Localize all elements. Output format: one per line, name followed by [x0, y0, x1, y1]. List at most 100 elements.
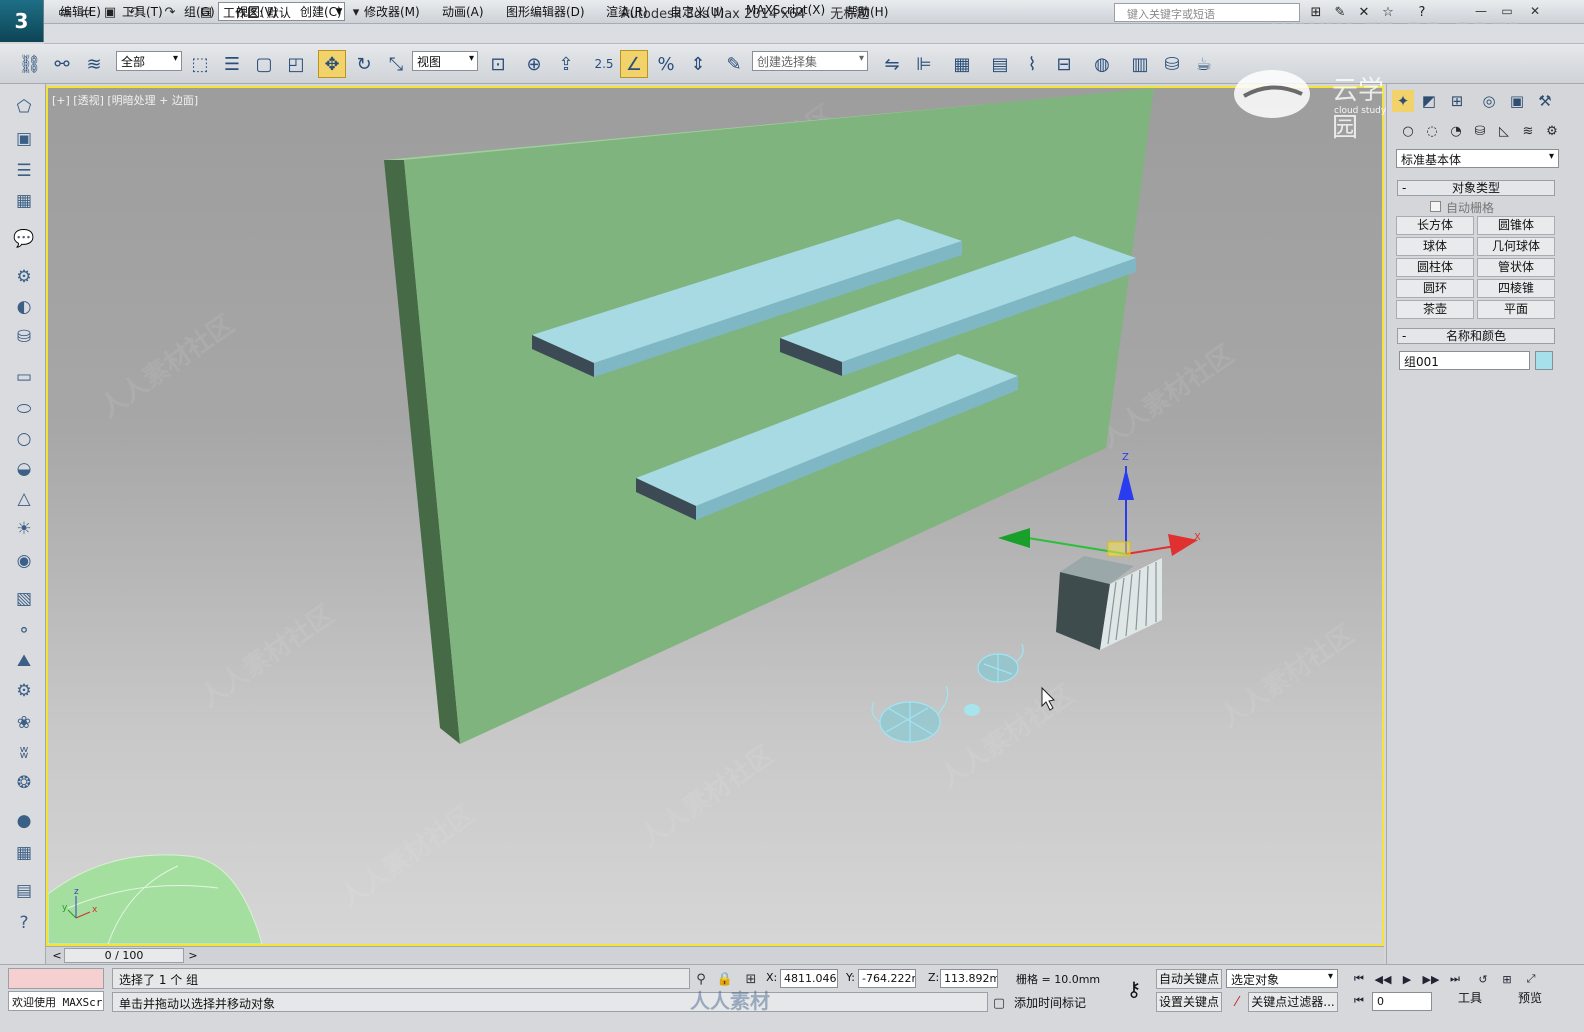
object-color-swatch[interactable] [1535, 351, 1553, 370]
scene-explorer-icon[interactable]: ▤ [986, 50, 1014, 78]
document-icon[interactable]: ▤ [10, 878, 38, 904]
helpers-icon[interactable]: ◺ [1494, 121, 1514, 141]
geosphere-button[interactable]: 几何球体 [1477, 237, 1555, 256]
geosphere-icon[interactable]: ◒ [10, 456, 38, 482]
tube-button[interactable]: 管状体 [1477, 258, 1555, 277]
go-to-end-icon[interactable]: ⏭ [1444, 970, 1466, 988]
cone-icon[interactable]: △ [10, 486, 38, 512]
utilities-tab-icon[interactable]: ⚒ [1534, 90, 1556, 112]
space-warps-icon[interactable]: ≋ [1518, 121, 1538, 141]
cylinder-button[interactable]: 圆柱体 [1396, 258, 1474, 277]
object-name-input[interactable]: 组001 [1399, 351, 1530, 370]
add-time-tag-button[interactable]: 添加时间标记 [1010, 992, 1112, 1012]
go-to-start-icon[interactable]: ⏮ [1348, 970, 1370, 988]
gizmo-y-arrow[interactable] [998, 528, 1030, 548]
schematic-view-icon[interactable]: ⊟ [1050, 50, 1078, 78]
time-slider-thumb[interactable]: 0 / 100 [64, 948, 184, 963]
render-production-icon[interactable]: ☕ [1190, 50, 1218, 78]
name-and-color-rollout[interactable]: - 名称和颜色 [1397, 328, 1555, 344]
snaps-toggle-icon[interactable]: 2.5 [590, 50, 618, 78]
geometry-icon[interactable]: ○ [1398, 121, 1418, 141]
plane-button[interactable]: 平面 [1477, 300, 1555, 319]
menu-maxscript[interactable]: MAXScript(X) [746, 3, 825, 19]
time-slider-track[interactable] [46, 946, 1384, 964]
current-frame-input[interactable]: 0 [1372, 992, 1432, 1011]
named-selection-dropdown[interactable]: 创建选择集 [752, 51, 868, 71]
menu-rendering[interactable]: 渲染(R) [606, 3, 648, 19]
mirror-icon[interactable]: ⇋ [878, 50, 906, 78]
books-group-object[interactable] [1056, 556, 1162, 650]
camera-track-icon[interactable]: ⚙ [10, 264, 38, 290]
keyboard-shortcut-override-icon[interactable]: ⇪ [552, 50, 580, 78]
pyramid-icon[interactable]: ⛰ [10, 648, 38, 674]
sphere-icon[interactable]: ● [10, 808, 38, 834]
redo-icon[interactable]: ↷ [160, 3, 180, 21]
ellipse-icon[interactable]: ⬭ [10, 396, 38, 422]
primitive-category-dropdown[interactable]: 标准基本体 [1396, 149, 1559, 168]
circle-icon[interactable]: ○ [10, 426, 38, 452]
previous-frame-icon[interactable]: ◀◀ [1372, 970, 1394, 988]
viewport-icon[interactable]: ▣ [10, 126, 38, 152]
reference-coordinate-dropdown[interactable]: 视图 [412, 51, 478, 71]
object-type-rollout[interactable]: - 对象类型 [1397, 180, 1555, 196]
sphere-button[interactable]: 球体 [1396, 237, 1474, 256]
set-key-button[interactable]: 设置关键点 [1156, 992, 1222, 1012]
angle-snap-icon[interactable]: ∠ [620, 50, 648, 78]
yarn-icon[interactable]: ❂ [10, 770, 38, 796]
box-create-icon[interactable]: ▭ [10, 364, 38, 390]
gizmo-z-arrow[interactable] [1118, 468, 1134, 500]
teapot-button[interactable]: 茶壶 [1396, 300, 1474, 319]
menu-views[interactable]: 视图(V) [236, 3, 278, 19]
app-logo-button[interactable]: 3 [0, 0, 44, 42]
link-icon[interactable]: ⛓ [16, 50, 44, 78]
curve-editor-icon[interactable]: ⌇ [1018, 50, 1046, 78]
select-object-icon[interactable]: ⬚ [186, 50, 214, 78]
display-tab-icon[interactable]: ▣ [1506, 90, 1528, 112]
window-crossing-icon[interactable]: ◰ [282, 50, 310, 78]
sun-light-icon[interactable]: ☀ [10, 516, 38, 542]
play-icon[interactable]: ▶ [1396, 970, 1418, 988]
time-slider-prev-icon[interactable]: < [50, 948, 64, 962]
auto-key-button[interactable]: 自动关键点 [1156, 969, 1222, 989]
select-by-name-icon[interactable]: ☰ [218, 50, 246, 78]
menu-tools[interactable]: 工具(T) [122, 3, 163, 19]
cone-button[interactable]: 圆锥体 [1477, 216, 1555, 235]
spinner-snap-icon[interactable]: ⇕ [684, 50, 712, 78]
undo-scene-icon[interactable]: ⬠ [10, 94, 38, 120]
cameras-icon[interactable]: ⛁ [1470, 121, 1490, 141]
list-icon[interactable]: ☰ [10, 158, 38, 184]
key-filters-button[interactable]: 关键点过滤器... [1248, 992, 1338, 1012]
sofa-object[interactable] [48, 854, 263, 944]
unlink-icon[interactable]: ⚯ [48, 50, 76, 78]
viewport-layout-icon[interactable]: ⊞ [1496, 970, 1518, 988]
lights-icon[interactable]: ◔ [1446, 121, 1466, 141]
hierarchy-tab-icon[interactable]: ⊞ [1446, 90, 1468, 112]
maximize-viewport-icon[interactable]: ⤢ [1520, 970, 1542, 988]
menu-graph-editors[interactable]: 图形编辑器(D) [506, 3, 585, 19]
perspective-viewport[interactable]: 人人素材社区 人人素材社区 人人素材社区 人人素材社区 人人素材社区 人人素材社… [46, 86, 1384, 946]
percent-snap-icon[interactable]: % [652, 50, 680, 78]
bind-space-warp-icon[interactable]: ≋ [80, 50, 108, 78]
key-mode-toggle-icon[interactable]: ⏮ [1348, 992, 1370, 1010]
edit-named-selection-icon[interactable]: ✎ [720, 50, 748, 78]
orbit-icon[interactable]: ↺ [1472, 970, 1494, 988]
select-and-move-icon[interactable]: ✥ [318, 50, 346, 78]
wall-object[interactable] [384, 88, 1154, 744]
select-and-scale-icon[interactable]: ⤡ [382, 50, 410, 78]
help-circle-icon[interactable]: ? [10, 910, 38, 936]
sphere-shade-icon[interactable]: ◐ [10, 294, 38, 320]
gear-icon[interactable]: ⚙ [10, 678, 38, 704]
pivot-center-icon[interactable]: ⊡ [484, 50, 512, 78]
teapot-medium[interactable] [977, 643, 1024, 683]
viewport-label-menu[interactable]: [+] [透视] [明暗处理 + 边面] [52, 92, 198, 108]
maxscript-listener-input[interactable] [8, 968, 104, 989]
torus-button[interactable]: 圆环 [1396, 279, 1474, 298]
preview-button[interactable]: 预览 [1508, 988, 1552, 1010]
teapot-small[interactable] [964, 704, 980, 716]
pyramid-button[interactable]: 四棱锥 [1477, 279, 1555, 298]
hair-icon[interactable]: ʬ [10, 740, 38, 766]
layer-manager-icon[interactable]: ▦ [948, 50, 976, 78]
maxscript-welcome-field[interactable]: 欢迎使用 MAXScr [8, 991, 104, 1011]
z-coordinate-input[interactable]: 113.892mr [940, 969, 998, 988]
render-setup-icon[interactable]: ▥ [1126, 50, 1154, 78]
